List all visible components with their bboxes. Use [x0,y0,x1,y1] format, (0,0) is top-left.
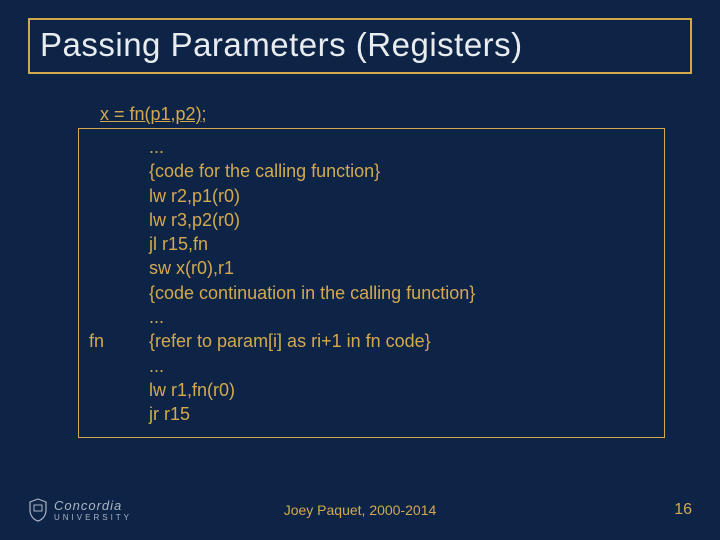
code-label [89,378,149,402]
university-brand: Concordia UNIVERSITY [28,498,132,522]
slide-title: Passing Parameters (Registers) [40,26,680,64]
code-label [89,159,149,183]
code-line: sw x(r0),r1 [149,256,654,280]
code-line: ... [149,305,654,329]
code-label [89,208,149,232]
code-box: ...{code for the calling function}lw r2,… [78,128,665,438]
brand-name: Concordia [54,498,132,513]
code-listing: ...{code for the calling function}lw r2,… [89,135,654,427]
code-label [89,184,149,208]
code-line: lw r3,p2(r0) [149,208,654,232]
code-line: lw r2,p1(r0) [149,184,654,208]
code-line: jr r15 [149,402,654,426]
code-line: ... [149,354,654,378]
code-label [89,135,149,159]
footer: Concordia UNIVERSITY Joey Paquet, 2000-2… [0,498,720,522]
code-label [89,256,149,280]
code-label [89,305,149,329]
code-line: {refer to param[i] as ri+1 in fn code} [149,329,654,353]
code-label [89,232,149,256]
title-box: Passing Parameters (Registers) [28,18,692,74]
shield-icon [28,498,48,522]
brand-subtitle: UNIVERSITY [54,513,132,522]
code-label: fn [89,329,149,353]
code-label [89,402,149,426]
code-line: jl r15,fn [149,232,654,256]
source-call-line: x = fn(p1,p2); [100,104,207,125]
code-label [89,354,149,378]
page-number: 16 [674,501,692,519]
code-line: {code continuation in the calling functi… [149,281,654,305]
code-line: ... [149,135,654,159]
code-label [89,281,149,305]
code-line: {code for the calling function} [149,159,654,183]
code-line: lw r1,fn(r0) [149,378,654,402]
